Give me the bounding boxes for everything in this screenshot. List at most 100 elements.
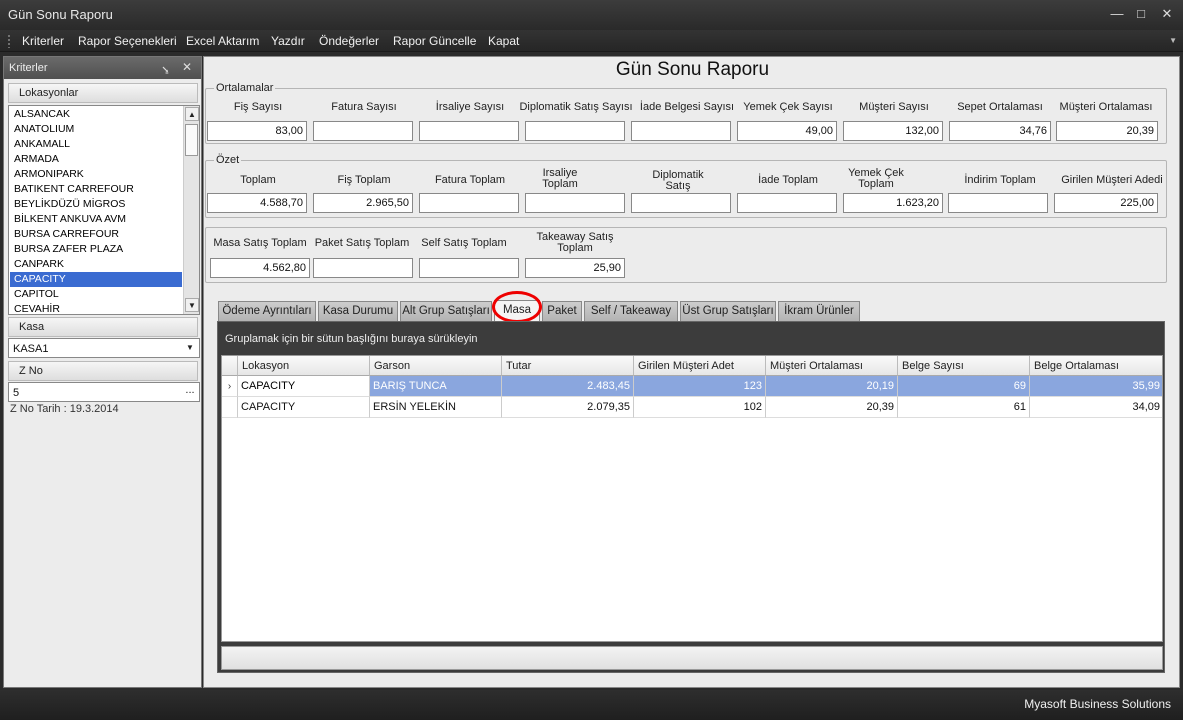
location-list-scrollbar[interactable]: ▲ ▼ <box>183 106 199 314</box>
column-header-garson[interactable]: Garson <box>370 356 502 376</box>
list-item[interactable]: ANATOLIUM <box>10 122 182 137</box>
cell-tutar[interactable]: 2.483,45 <box>502 376 634 397</box>
tab-alt-grup-satislari[interactable]: Alt Grup Satışları <box>400 301 492 321</box>
cell-belge-sayisi[interactable]: 69 <box>898 376 1030 397</box>
group-by-hint[interactable]: Gruplamak için bir sütun başlığını buray… <box>225 333 478 345</box>
field-label: İade Toplam <box>758 174 818 186</box>
zno-input[interactable]: 5 ... <box>8 382 200 402</box>
tab-self-takeaway[interactable]: Self / Takeaway <box>584 301 678 321</box>
tab-paket[interactable]: Paket <box>542 301 582 321</box>
row-indicator-icon[interactable]: › <box>222 376 238 397</box>
tab-kasa-durumu[interactable]: Kasa Durumu <box>318 301 398 321</box>
menu-overflow-icon[interactable]: ▼ <box>1169 36 1177 45</box>
yemek-cek-toplam-field[interactable]: 1.623,20 <box>843 193 943 213</box>
row-indicator[interactable] <box>222 397 238 418</box>
scroll-thumb[interactable] <box>185 124 198 156</box>
masa-grid[interactable]: Lokasyon Garson Tutar Girilen Müşteri Ad… <box>221 355 1163 642</box>
fis-sayisi-field[interactable]: 83,00 <box>207 121 307 141</box>
fatura-sayisi-field[interactable] <box>313 121 413 141</box>
menu-ondegerler[interactable]: Öndeğerler <box>319 34 379 48</box>
cell-garson[interactable]: ERSİN YELEKİN <box>370 397 502 418</box>
menu-kriterler[interactable]: Kriterler <box>22 34 64 48</box>
kasa-select[interactable]: KASA1 ▼ <box>8 338 200 358</box>
field-label: İrsaliye Sayısı <box>435 101 505 113</box>
cell-girilen-musteri-adet[interactable]: 102 <box>634 397 766 418</box>
cell-musteri-ortalamasi[interactable]: 20,39 <box>766 397 898 418</box>
menu-excel-aktarim[interactable]: Excel Aktarım <box>186 34 259 48</box>
girilen-musteri-adedi-field[interactable]: 225,00 <box>1054 193 1158 213</box>
list-item[interactable]: BİLKENT ANKUVA AVM <box>10 212 182 227</box>
list-item[interactable]: ANKAMALL <box>10 137 182 152</box>
cell-lokasyon[interactable]: CAPACITY <box>238 397 370 418</box>
tab-odeme-ayrintilari[interactable]: Ödeme Ayrıntıları <box>218 301 316 321</box>
column-header-girilen-musteri-adet[interactable]: Girilen Müşteri Adet <box>634 356 766 376</box>
menu-yazdir[interactable]: Yazdır <box>271 34 305 48</box>
musteri-sayisi-field[interactable]: 132,00 <box>843 121 943 141</box>
iade-belgesi-sayisi-field[interactable] <box>631 121 731 141</box>
scroll-up-icon[interactable]: ▲ <box>185 107 199 121</box>
zno-browse-button[interactable]: ... <box>183 385 197 399</box>
minimize-icon[interactable]: — <box>1108 6 1126 22</box>
column-header-lokasyon[interactable]: Lokasyon <box>238 356 370 376</box>
cell-tutar[interactable]: 2.079,35 <box>502 397 634 418</box>
menu-rapor-secenekleri[interactable]: Rapor Seçenekleri <box>78 34 177 48</box>
close-icon[interactable]: ✕ <box>1158 6 1176 22</box>
pin-icon[interactable]: ⭸ <box>162 61 169 80</box>
indirim-toplam-field[interactable] <box>948 193 1048 213</box>
list-item[interactable]: ARMADA <box>10 152 182 167</box>
cell-girilen-musteri-adet[interactable]: 123 <box>634 376 766 397</box>
scroll-down-icon[interactable]: ▼ <box>185 298 199 312</box>
column-header-belge-sayisi[interactable]: Belge Sayısı <box>898 356 1030 376</box>
irsaliye-toplam-field[interactable] <box>525 193 625 213</box>
list-item[interactable]: CEVAHİR <box>10 302 182 314</box>
list-item[interactable]: BEYLİKDÜZÜ MİGROS <box>10 197 182 212</box>
list-item[interactable]: ARMONIPARK <box>10 167 182 182</box>
field-label: Masa Satış Toplam <box>213 237 307 249</box>
cell-musteri-ortalamasi[interactable]: 20,19 <box>766 376 898 397</box>
list-item[interactable]: CANPARK <box>10 257 182 272</box>
toolbar-grip-icon[interactable] <box>7 34 11 48</box>
diplomatik-satis-field[interactable] <box>631 193 731 213</box>
tab-ikram-urunler[interactable]: İkram Ürünler <box>778 301 860 321</box>
kasa-header-label: Kasa <box>19 321 45 333</box>
list-item[interactable]: BURSA ZAFER PLAZA <box>10 242 182 257</box>
takeaway-satis-toplam-field[interactable]: 25,90 <box>525 258 625 278</box>
toplam-field[interactable]: 4.588,70 <box>207 193 307 213</box>
zno-header[interactable]: Z No <box>8 361 198 381</box>
tab-ust-grup-satislari[interactable]: Üst Grup Satışları <box>680 301 776 321</box>
cell-belge-ortalamasi[interactable]: 35,99 <box>1030 376 1162 397</box>
maximize-icon[interactable]: □ <box>1132 6 1150 22</box>
title-bar: Gün Sonu Raporu — □ ✕ <box>0 0 1183 30</box>
cell-belge-ortalamasi[interactable]: 34,09 <box>1030 397 1162 418</box>
fatura-toplam-field[interactable] <box>419 193 519 213</box>
list-item[interactable]: BATIKENT CARREFOUR <box>10 182 182 197</box>
column-header-tutar[interactable]: Tutar <box>502 356 634 376</box>
list-item[interactable]: BURSA CARREFOUR <box>10 227 182 242</box>
menu-bar: Kriterler Rapor Seçenekleri Excel Aktarı… <box>0 30 1183 52</box>
list-item-selected[interactable]: CAPACITY <box>10 272 182 287</box>
paket-satis-toplam-field[interactable] <box>313 258 413 278</box>
masa-satis-toplam-field[interactable]: 4.562,80 <box>210 258 310 278</box>
cell-belge-sayisi[interactable]: 61 <box>898 397 1030 418</box>
self-satis-toplam-field[interactable] <box>419 258 519 278</box>
yemek-cek-sayisi-field[interactable]: 49,00 <box>737 121 837 141</box>
sepet-ortalamasi-field[interactable]: 34,76 <box>949 121 1051 141</box>
location-list[interactable]: ALSANCAK ANATOLIUM ANKAMALL ARMADA ARMON… <box>8 105 200 315</box>
fis-toplam-field[interactable]: 2.965,50 <box>313 193 413 213</box>
menu-kapat[interactable]: Kapat <box>488 34 519 48</box>
list-item[interactable]: ALSANCAK <box>10 107 182 122</box>
irsaliye-sayisi-field[interactable] <box>419 121 519 141</box>
iade-toplam-field[interactable] <box>737 193 837 213</box>
cell-garson[interactable]: BARIŞ TUNCA <box>370 376 502 397</box>
column-header-belge-ortalamasi[interactable]: Belge Ortalaması <box>1030 356 1162 376</box>
column-header-musteri-ortalamasi[interactable]: Müşteri Ortalaması <box>766 356 898 376</box>
panel-close-icon[interactable]: ✕ <box>182 60 192 74</box>
cell-lokasyon[interactable]: CAPACITY <box>238 376 370 397</box>
musteri-ortalamasi-field[interactable]: 20,39 <box>1056 121 1158 141</box>
diplomatik-satis-sayisi-field[interactable] <box>525 121 625 141</box>
menu-rapor-guncelle[interactable]: Rapor Güncelle <box>393 34 476 48</box>
chevron-down-icon[interactable]: ▼ <box>183 341 197 355</box>
kasa-header[interactable]: Kasa <box>8 317 198 337</box>
list-item[interactable]: CAPITOL <box>10 287 182 302</box>
lokasyon-header[interactable]: Lokasyonlar <box>8 83 198 103</box>
